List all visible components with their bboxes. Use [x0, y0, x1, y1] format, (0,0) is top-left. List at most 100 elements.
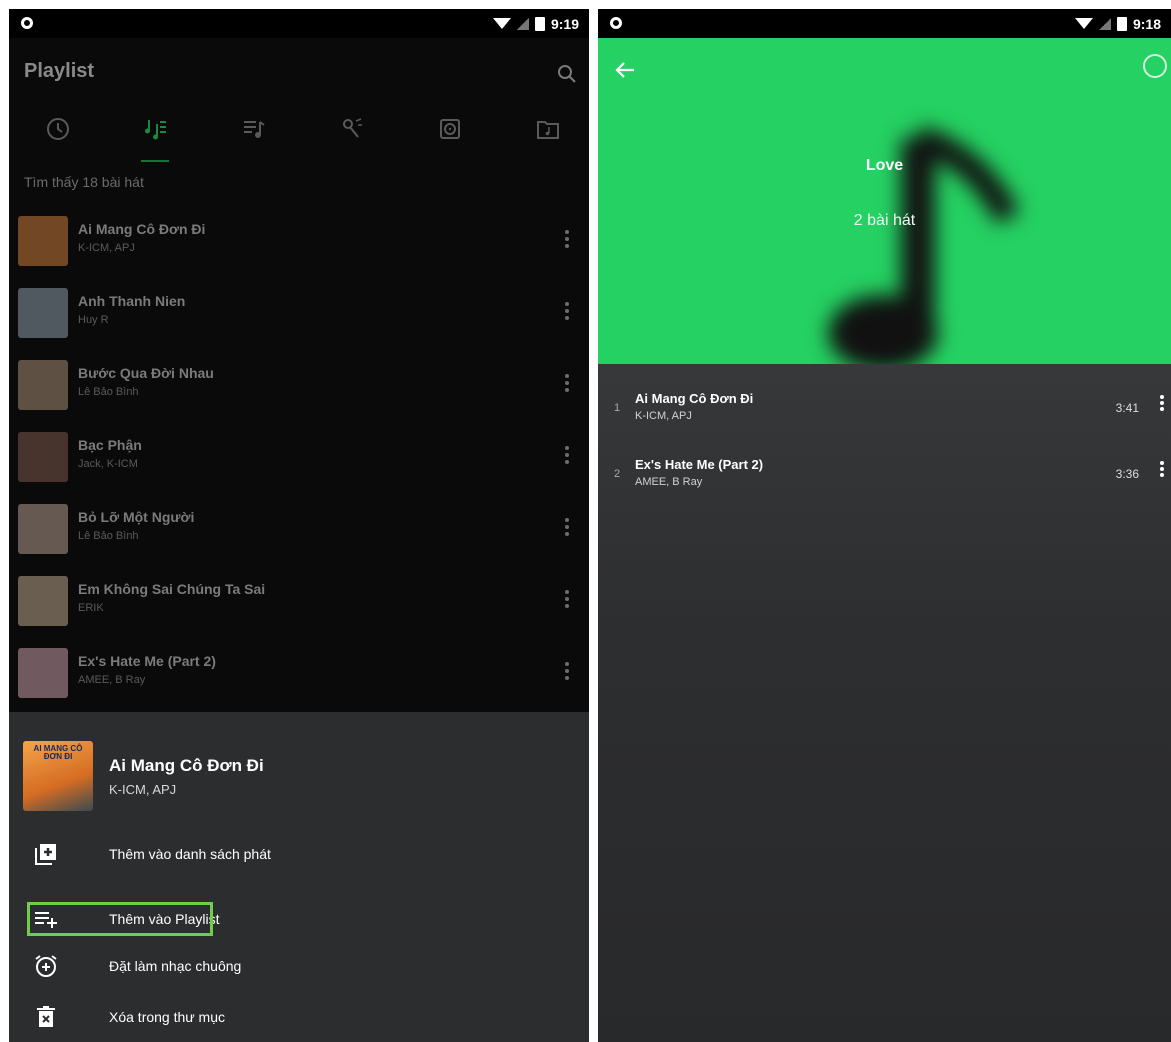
playlist-song-count: 2 bài hát: [853, 212, 916, 229]
signal-icon: [516, 17, 529, 30]
song-title: Bạc Phận: [78, 437, 142, 453]
song-title: Ex's Hate Me (Part 2): [78, 653, 216, 669]
action-label: Xóa trong thư mục: [109, 1009, 225, 1025]
action-label: Đặt làm nhạc chuông: [109, 958, 242, 974]
track-artist: AMEE, B Ray: [635, 476, 703, 488]
album-art: [18, 504, 68, 554]
song-title: Em Không Sai Chúng Ta Sai: [78, 581, 266, 597]
song-artist: Lê Bảo Bình: [78, 530, 139, 542]
track-artist: K-ICM, APJ: [635, 410, 692, 422]
page-title: Playlist: [24, 60, 95, 82]
song-item[interactable]: Ai Mang Cô Đơn Đi K-ICM, APJ: [9, 209, 589, 275]
tab-artists[interactable]: [332, 116, 372, 162]
song-item[interactable]: Bước Qua Đời Nhau Lê Bảo Bình: [9, 353, 589, 419]
battery-icon: [1116, 16, 1127, 31]
song-title: Anh Thanh Nien: [78, 293, 186, 309]
more-vert-icon[interactable]: [1160, 395, 1165, 413]
microphone-icon: [343, 118, 362, 138]
more-vert-icon[interactable]: [565, 230, 569, 248]
track-row[interactable]: 1 Ai Mang Cô Đơn Đi K-ICM, APJ 3:41: [598, 374, 1171, 434]
wifi-icon: [492, 18, 511, 29]
battery-icon: [534, 16, 545, 31]
album-art: [18, 360, 68, 410]
set-ringtone-button[interactable]: Đặt làm nhạc chuông: [25, 947, 585, 985]
status-bar: 9:18: [598, 9, 1171, 38]
status-bar: 9:19: [9, 9, 589, 38]
notification-icon: [21, 16, 33, 29]
album-art: [18, 576, 68, 626]
cover-title: AI MANG CÔ ĐƠN ĐI: [33, 744, 83, 761]
action-label: Thêm vào danh sách phát: [109, 846, 271, 862]
song-artist: Huy R: [78, 314, 109, 326]
song-artist: Lê Bảo Bình: [78, 386, 139, 398]
song-title: Bước Qua Đời Nhau: [78, 365, 214, 381]
song-count-label: Tìm thấy 18 bài hát: [24, 174, 144, 190]
selection-highlight: [27, 902, 213, 936]
more-vert-icon[interactable]: [565, 662, 569, 680]
more-vert-icon[interactable]: [1160, 461, 1165, 479]
track-number: 2: [614, 468, 621, 480]
delete-button[interactable]: Xóa trong thư mục: [25, 998, 585, 1036]
delete-icon: [37, 1006, 55, 1027]
track-number: 1: [614, 402, 621, 414]
notification-icon: [610, 16, 622, 29]
track-title: Ex's Hate Me (Part 2): [635, 457, 764, 472]
sheet-song-title: Ai Mang Cô Đơn Đi: [109, 756, 264, 775]
status-time: 9:19: [550, 15, 579, 32]
alarm-add-icon: [35, 955, 57, 977]
track-list: 1 Ai Mang Cô Đơn Đi K-ICM, APJ 3:41 2 Ex…: [598, 364, 1171, 1042]
track-duration: 3:41: [1115, 401, 1139, 415]
more-vert-icon[interactable]: [565, 590, 569, 608]
tab-folders[interactable]: [528, 116, 568, 162]
music-note-icon: [828, 125, 1020, 364]
sheet-song-artist: K-ICM, APJ: [109, 782, 177, 797]
tab-albums[interactable]: [430, 116, 470, 162]
more-vert-icon[interactable]: [565, 446, 569, 464]
song-item[interactable]: Bỏ Lỡ Một Người Lê Bảo Bình: [9, 497, 589, 563]
folder-music-icon: [537, 121, 559, 139]
album-art: [18, 216, 68, 266]
more-vert-icon[interactable]: [565, 374, 569, 392]
track-duration: 3:36: [1115, 467, 1139, 481]
add-to-queue-button[interactable]: Thêm vào danh sách phát: [25, 835, 585, 873]
track-title: Ai Mang Cô Đơn Đi: [635, 391, 754, 406]
playlist-title: Love: [865, 157, 904, 174]
song-item[interactable]: Anh Thanh Nien Huy R: [9, 281, 589, 347]
tab-playlists[interactable]: [234, 116, 274, 162]
song-list-screen: Playlist Tìm thấy 18 bài hát Ai Mang Cô …: [9, 38, 589, 712]
song-artist: AMEE, B Ray: [78, 674, 146, 686]
bottom-sheet-menu: AI MANG CÔ ĐƠN ĐI Ai Mang Cô Đơn Đi K-IC…: [9, 712, 589, 1042]
song-artist: K-ICM, APJ: [78, 242, 135, 254]
song-artist: Jack, K-ICM: [78, 458, 138, 470]
song-item[interactable]: Em Không Sai Chúng Ta Sai ERIK: [9, 569, 589, 635]
left-screen: 9:19 Playlist Tìm thấy 18 bài hát Ai Man…: [9, 9, 589, 1042]
back-arrow-icon[interactable]: [614, 59, 636, 81]
song-title: Bỏ Lỡ Một Người: [78, 509, 195, 525]
song-item[interactable]: Bạc Phận Jack, K-ICM: [9, 425, 589, 491]
collapse-icon[interactable]: [1143, 54, 1167, 78]
more-vert-icon[interactable]: [565, 302, 569, 320]
song-artist: ERIK: [78, 602, 104, 614]
playlist-header: Love 2 bài hát: [598, 38, 1171, 364]
top-bar: Playlist: [9, 38, 589, 93]
queue-music-icon: [244, 121, 265, 138]
album-art: [18, 648, 68, 698]
tab-bar: [9, 116, 589, 166]
right-screen: 9:18 Love 2 bài hát 1 Ai Mang Cô Đơn Đi …: [598, 9, 1171, 1042]
tab-recent[interactable]: [38, 116, 78, 162]
sheet-album-art: AI MANG CÔ ĐƠN ĐI: [23, 741, 93, 811]
more-vert-icon[interactable]: [565, 518, 569, 536]
status-time: 9:18: [1132, 15, 1161, 32]
album-icon: [440, 119, 460, 139]
music-notes-icon: [145, 120, 166, 140]
signal-icon: [1098, 17, 1111, 30]
history-icon: [47, 118, 69, 140]
album-art: [18, 432, 68, 482]
song-title: Ai Mang Cô Đơn Đi: [78, 221, 206, 237]
song-item[interactable]: Ex's Hate Me (Part 2) AMEE, B Ray: [9, 641, 589, 707]
tab-songs[interactable]: [136, 116, 176, 162]
add-to-queue-icon: [35, 844, 56, 865]
wifi-icon: [1074, 18, 1093, 29]
search-icon[interactable]: [557, 64, 577, 84]
track-row[interactable]: 2 Ex's Hate Me (Part 2) AMEE, B Ray 3:36: [598, 440, 1171, 500]
